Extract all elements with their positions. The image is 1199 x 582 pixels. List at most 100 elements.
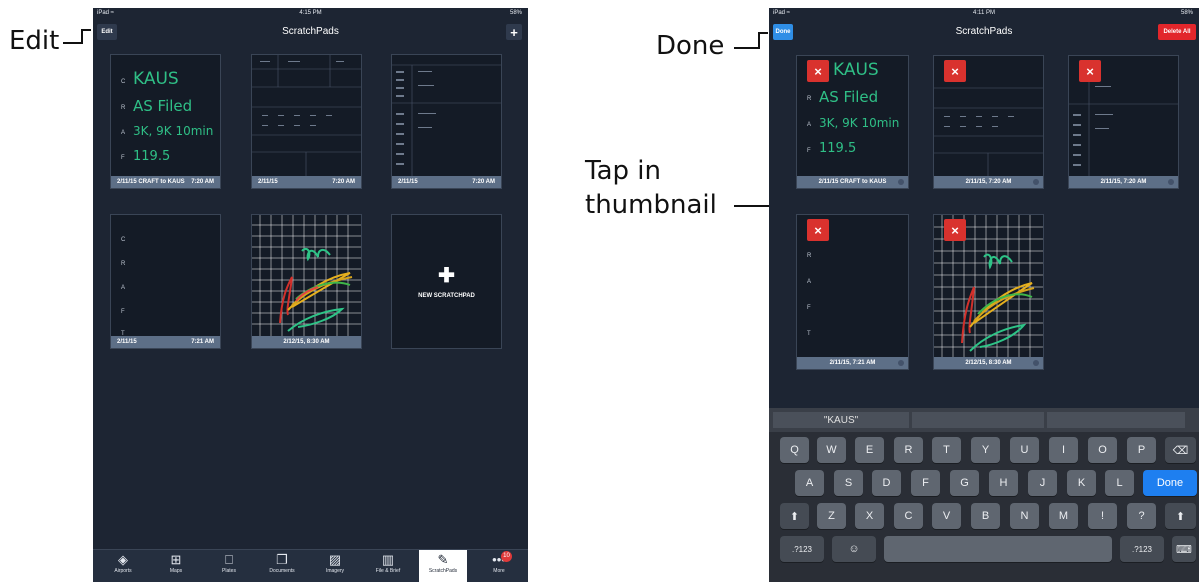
scratchpads-icon: ✎ xyxy=(437,552,449,567)
key-n[interactable]: N xyxy=(1010,503,1039,529)
key-f[interactable]: F xyxy=(911,470,940,496)
tab-file-brief[interactable]: ▥ File & Brief xyxy=(364,550,412,582)
handwritten-value: 3K, 9K 10min xyxy=(133,124,214,138)
key-g[interactable]: G xyxy=(950,470,979,496)
thumbnail-caption: 2/11/15 7:20 AM xyxy=(392,176,501,188)
tab-airports[interactable]: ◈ Airports xyxy=(99,550,147,582)
tab-label: Documents xyxy=(269,568,295,574)
craft-letter: F xyxy=(121,309,125,315)
key-b[interactable]: B xyxy=(971,503,1000,529)
delete-all-button[interactable]: Delete All xyxy=(1158,24,1196,40)
notification-badge: 10 xyxy=(501,551,512,562)
suggestion-item-empty[interactable] xyxy=(912,412,1044,428)
tab-scratchpads[interactable]: ✎ ScratchPads xyxy=(419,550,467,582)
key-y[interactable]: Y xyxy=(971,437,1000,463)
backspace-key[interactable]: ⌫ xyxy=(1165,437,1196,463)
scratchpad-thumbnail[interactable]: C R A F T 2/11/15 7:21 AM xyxy=(110,214,221,349)
key-l[interactable]: L xyxy=(1105,470,1134,496)
suggestion-item-empty[interactable] xyxy=(1047,412,1185,428)
nav-bar: Edit ScratchPads + xyxy=(93,18,528,46)
scratchpad-thumbnail[interactable]: C R A F KAUS AS Filed 3K, 9K 10min 119.5… xyxy=(110,54,221,189)
key-v[interactable]: V xyxy=(932,503,961,529)
key-e[interactable]: E xyxy=(855,437,884,463)
key-x[interactable]: X xyxy=(855,503,884,529)
left-ipad-screen: iPad ≈ 4:15 PM 58% Edit ScratchPads + C … xyxy=(93,8,528,582)
selection-circle-icon xyxy=(898,360,904,366)
scratchpad-thumbnail[interactable]: × 2/11/15, 7:20 AM xyxy=(933,55,1044,189)
key-q[interactable]: Q xyxy=(780,437,809,463)
caption-date: 2/11/15 CRAFT to KAUS xyxy=(117,179,185,185)
tab-more[interactable]: ••• More 10 xyxy=(475,550,523,582)
thumbnail-caption: 2/11/15 7:20 AM xyxy=(252,176,361,188)
handwritten-value: 3K, 9K 10min xyxy=(819,116,900,130)
delete-icon[interactable]: × xyxy=(944,60,966,82)
key-m[interactable]: M xyxy=(1049,503,1078,529)
craft-letter: R xyxy=(807,96,812,102)
craft-letter: T xyxy=(807,331,811,337)
status-time: 4:11 PM xyxy=(973,10,995,16)
key-h[interactable]: H xyxy=(989,470,1018,496)
key-r[interactable]: R xyxy=(894,437,923,463)
scratchpad-thumbnail[interactable]: 2/12/15, 8:30 AM xyxy=(251,214,362,349)
numbers-key-left[interactable]: .?123 xyxy=(780,536,824,562)
scratchpad-thumbnail[interactable]: 2/11/15 7:20 AM xyxy=(251,54,362,189)
delete-icon[interactable]: × xyxy=(807,60,829,82)
delete-icon[interactable]: × xyxy=(807,219,829,241)
new-scratchpad-button[interactable]: ✚ NEW SCRATCHPAD xyxy=(391,214,502,349)
caption-time: 7:20 AM xyxy=(472,179,495,185)
craft-letter: A xyxy=(121,285,126,291)
tab-documents[interactable]: ❐ Documents xyxy=(258,550,306,582)
shift-key-left[interactable]: ⬆ xyxy=(780,503,809,529)
caption-date: 2/11/15 CRAFT to KAUS xyxy=(818,179,887,185)
annotation-edit: Edit xyxy=(9,26,60,56)
key-a[interactable]: A xyxy=(795,470,824,496)
key-u[interactable]: U xyxy=(1010,437,1039,463)
suggestion-bar: "KAUS" xyxy=(769,408,1199,432)
suggestion-item[interactable]: "KAUS" xyxy=(773,412,909,428)
scratchpad-thumbnail[interactable]: × 2/12/15, 8:30 AM xyxy=(933,214,1044,370)
key-k[interactable]: K xyxy=(1067,470,1096,496)
scratchpad-thumbnail[interactable]: R A F T × 2/11/15, 7:21 AM xyxy=(796,214,909,370)
add-icon[interactable]: + xyxy=(506,24,522,40)
key-question[interactable]: ? xyxy=(1127,503,1156,529)
handwritten-value: AS Filed xyxy=(133,97,193,115)
nav-bar: Done ScratchPads Delete All xyxy=(769,18,1199,46)
numbers-key-right[interactable]: .?123 xyxy=(1120,536,1164,562)
craft-letter: F xyxy=(121,155,125,161)
shift-key-right[interactable]: ⬆ xyxy=(1165,503,1196,529)
form-template-graphic xyxy=(252,55,361,176)
tab-label: Maps xyxy=(169,568,183,574)
emoji-key[interactable]: ☺ xyxy=(832,536,876,562)
scratchpad-thumbnail[interactable]: 2/11/15 7:20 AM xyxy=(391,54,502,189)
scratchpad-thumbnail[interactable]: R A F KAUS AS Filed 3K, 9K 10min 119.5 ×… xyxy=(796,55,909,189)
space-key[interactable] xyxy=(884,536,1112,562)
scratchpad-thumbnail[interactable]: × 2/11/15, 7:20 AM xyxy=(1068,55,1179,189)
caption-date: 2/11/15 xyxy=(117,339,137,345)
tab-plates[interactable]: ⎕ Plates xyxy=(205,550,253,582)
key-z[interactable]: Z xyxy=(817,503,846,529)
key-c[interactable]: C xyxy=(894,503,923,529)
hide-keyboard-key[interactable]: ⌨ xyxy=(1172,536,1196,562)
caption-time: 7:21 AM xyxy=(191,339,214,345)
key-o[interactable]: O xyxy=(1088,437,1117,463)
tab-maps[interactable]: ⊞ Maps xyxy=(152,550,200,582)
selection-circle-icon xyxy=(1168,179,1174,185)
key-t[interactable]: T xyxy=(932,437,961,463)
key-w[interactable]: W xyxy=(817,437,846,463)
annotation-tap-line2: thumbnail xyxy=(585,190,717,220)
key-p[interactable]: P xyxy=(1127,437,1156,463)
delete-icon[interactable]: × xyxy=(944,219,966,241)
tab-bar: ◈ Airports ⊞ Maps ⎕ Plates ❐ Documents ▨ Imag… xyxy=(93,549,528,582)
delete-icon[interactable]: × xyxy=(1079,60,1101,82)
key-s[interactable]: S xyxy=(834,470,863,496)
caption-date: 2/11/15 xyxy=(398,179,418,185)
tab-imagery[interactable]: ▨ Imagery xyxy=(311,550,359,582)
key-j[interactable]: J xyxy=(1028,470,1057,496)
thumbnail-caption: 2/11/15 CRAFT to KAUS 7:20 AM xyxy=(111,176,220,188)
done-key[interactable]: Done xyxy=(1143,470,1197,496)
key-d[interactable]: D xyxy=(872,470,901,496)
key-exclamation[interactable]: ! xyxy=(1088,503,1117,529)
key-i[interactable]: I xyxy=(1049,437,1078,463)
handwritten-value: KAUS xyxy=(133,69,179,89)
annotation-done-bracket xyxy=(758,32,760,49)
